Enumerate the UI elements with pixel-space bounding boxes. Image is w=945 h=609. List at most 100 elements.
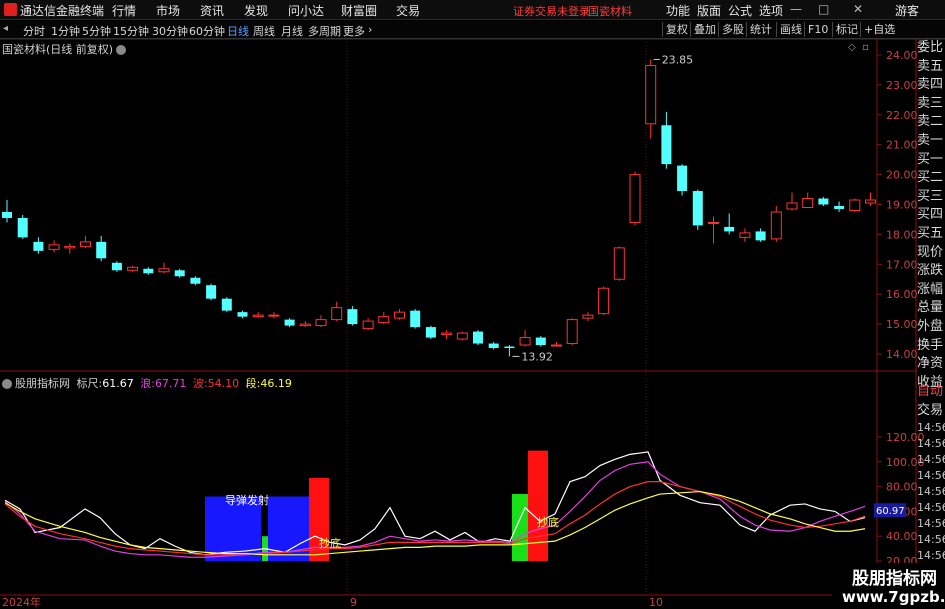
trade-time: 14:56: [917, 549, 945, 562]
toolbar-overlay-button[interactable]: 叠加: [690, 22, 719, 37]
candle-body-down: [677, 165, 688, 192]
menu-item-layout[interactable]: 版面: [697, 2, 721, 19]
quote-field-label: 涨幅: [917, 281, 944, 297]
candle-body-up: [127, 266, 139, 271]
candle-body-down: [174, 270, 185, 277]
candle-body-up: [299, 323, 311, 327]
bo-value: 54.10: [207, 377, 240, 390]
period-5min[interactable]: 5分钟: [82, 23, 111, 39]
price-tick-label: 14.00: [886, 348, 918, 361]
menu-item-market[interactable]: 市场: [156, 2, 180, 19]
toolbar-multistock-button[interactable]: 多股: [718, 22, 747, 37]
panel-maximize-icon[interactable]: ▫: [862, 42, 869, 53]
watermark: 股朋指标网 www.7gpzb.com: [832, 563, 945, 609]
indicator-bar: [205, 496, 261, 561]
close-icon[interactable]: ✕: [853, 2, 863, 16]
candle-body-up: [786, 202, 798, 210]
trade-time: 14:56: [917, 421, 945, 434]
indicator-tick-label: 60.00: [886, 505, 918, 518]
minimize-icon[interactable]: —: [790, 2, 802, 16]
menu-item-wealth[interactable]: 财富圈: [341, 2, 377, 19]
menu-item-trade[interactable]: 交易: [396, 2, 420, 19]
period-more[interactable]: 更多: [343, 23, 365, 39]
candle-body-up: [802, 198, 814, 208]
candle-body-down: [33, 241, 44, 251]
indicator-header: 股朋指标网 标尺:61.67 浪:67.71 波:54.10 段:46.19: [2, 375, 295, 391]
candle-body-down: [17, 217, 28, 238]
toolbar-favorite-button[interactable]: +自选: [860, 22, 898, 37]
lang-line: [4, 461, 866, 558]
watermark-url: www.7gpzb.com: [842, 588, 945, 606]
candle-body-down: [410, 310, 421, 328]
quote-field-label: 净资: [917, 356, 944, 372]
candle-body-up: [64, 245, 76, 249]
indicator-tick-label: 40.00: [886, 530, 918, 543]
candle-body-up: [613, 247, 625, 280]
toolbar-mark-button[interactable]: 标记: [832, 22, 861, 37]
candle-body-down: [143, 268, 154, 274]
chart-title-text: 国瓷材料(日线 前复权): [2, 43, 114, 56]
candle-body-up: [519, 337, 531, 346]
login-warning[interactable]: 证券交易未登录: [513, 3, 590, 19]
candle-body-down: [206, 285, 217, 299]
toolbar-stats-button[interactable]: 统计: [746, 22, 775, 37]
current-value-marker: [874, 503, 906, 518]
candle-body-up: [645, 64, 657, 125]
period-daily[interactable]: 日线: [227, 23, 249, 39]
trade-time: 14:56: [917, 517, 945, 530]
menu-item-quotes[interactable]: 行情: [112, 2, 136, 19]
more-arrow-icon[interactable]: ›: [368, 23, 372, 36]
quote-field-label: 外盘: [917, 318, 944, 334]
period-15min[interactable]: 15分钟: [113, 23, 149, 39]
candle-body-down: [755, 231, 766, 241]
period-multi[interactable]: 多周期: [308, 23, 341, 39]
menu-item-options[interactable]: 选项: [759, 2, 783, 19]
indicator-name[interactable]: 股朋指标网: [15, 377, 70, 390]
menu-item-discover[interactable]: 发现: [244, 2, 268, 19]
bo-label: 波:: [192, 377, 208, 390]
menu-item-functions[interactable]: 功能: [666, 2, 690, 19]
candle-body-up: [770, 211, 782, 240]
period-left-arrow-icon[interactable]: ◂: [3, 23, 8, 34]
period-60min[interactable]: 60分钟: [189, 23, 225, 39]
period-monthly[interactable]: 月线: [281, 23, 303, 39]
menu-item-news[interactable]: 资讯: [200, 2, 224, 19]
indicator-bar: [268, 496, 324, 561]
price-tick-label: 24.00: [886, 49, 918, 62]
trade-time: 14:56: [917, 469, 945, 482]
indicator-bar: [309, 477, 329, 561]
price-tick-label: 23.00: [886, 79, 918, 92]
toolbar-draw-button[interactable]: 画线: [776, 22, 805, 37]
guest-label[interactable]: 游客: [895, 2, 919, 19]
x-axis-label: 10: [649, 596, 663, 609]
restore-icon[interactable]: □: [818, 2, 829, 16]
candle-body-up: [582, 314, 594, 319]
quote-field-label: 换手: [917, 337, 944, 353]
candle-body-down: [488, 343, 499, 349]
grid-lines: 2024年 9 10: [0, 38, 945, 609]
indicator-settings-icon[interactable]: [2, 379, 12, 389]
period-toolbar: ◂ 分时 1分钟 5分钟 15分钟 30分钟 60分钟 日线 周线 月线 多周期…: [0, 21, 945, 39]
settings-gear-icon[interactable]: [116, 45, 127, 55]
menu-item-formula[interactable]: 公式: [728, 2, 752, 19]
panel-diamond-icon[interactable]: ◇: [848, 42, 856, 53]
candle-body-up: [362, 320, 374, 330]
duan-value: 46.19: [260, 377, 292, 390]
period-minute-chart[interactable]: 分时: [23, 23, 45, 39]
lang-label: 浪:: [140, 377, 155, 390]
toolbar-adjust-button[interactable]: 复权: [662, 22, 691, 37]
candle-body-down: [237, 312, 248, 317]
quote-field-label: 卖一: [917, 132, 944, 148]
period-30min[interactable]: 30分钟: [152, 23, 188, 39]
candle-body-up: [708, 221, 719, 224]
candle-body-down: [2, 211, 12, 218]
candle-body-up: [268, 314, 280, 317]
quote-field-label: 卖四: [917, 77, 944, 93]
auto-trade-toggle[interactable]: 自动: [917, 383, 945, 402]
toolbar-f10-button[interactable]: F10: [804, 22, 831, 37]
chart-canvas: 2024年 9 10 24.00 23.00 22.00 21.00 20.00 19.00 1…: [0, 38, 945, 609]
period-weekly[interactable]: 周线: [253, 23, 275, 39]
period-1min[interactable]: 1分钟: [51, 23, 80, 39]
candle-body-down: [221, 298, 232, 311]
menu-item-assistant[interactable]: 问小达: [288, 2, 324, 19]
